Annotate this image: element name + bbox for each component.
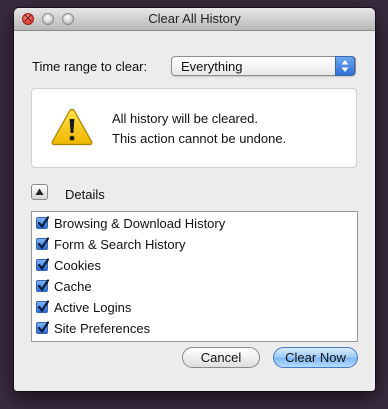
time-range-label: Time range to clear: bbox=[32, 59, 148, 74]
details-label[interactable]: Details bbox=[65, 187, 105, 202]
cache-checkbox[interactable] bbox=[36, 279, 49, 292]
site-preferences-checkbox[interactable] bbox=[36, 321, 49, 334]
list-item-label: Active Logins bbox=[54, 300, 132, 315]
checkmark-icon bbox=[37, 300, 49, 313]
checkmark-icon bbox=[37, 321, 49, 334]
list-item[interactable]: Cookies bbox=[32, 256, 357, 277]
window-title: Clear All History bbox=[148, 11, 241, 26]
list-item[interactable]: Cache bbox=[32, 277, 357, 298]
list-item-label: Site Preferences bbox=[54, 321, 151, 336]
list-item[interactable]: Browsing & Download History bbox=[32, 214, 357, 235]
title-bar[interactable]: Clear All History bbox=[14, 8, 375, 31]
time-range-value: Everything bbox=[181, 59, 243, 74]
cancel-button[interactable]: Cancel bbox=[182, 347, 260, 368]
warning-triangle-icon bbox=[51, 108, 93, 151]
list-item-label: Browsing & Download History bbox=[54, 216, 226, 231]
list-item[interactable]: Form & Search History bbox=[32, 235, 357, 256]
active-logins-checkbox[interactable] bbox=[36, 300, 49, 313]
clear-history-dialog: Clear All History Time range to clear: E… bbox=[14, 8, 375, 391]
checkmark-icon bbox=[37, 258, 49, 271]
warning-panel: All history will be cleared. This action… bbox=[31, 88, 357, 168]
clear-now-button[interactable]: Clear Now bbox=[273, 347, 358, 368]
list-item-label: Cookies bbox=[54, 258, 101, 273]
details-toggle-button[interactable] bbox=[31, 184, 48, 200]
checkmark-icon bbox=[37, 216, 49, 229]
triangle-up-icon bbox=[35, 188, 44, 195]
cookies-checkbox[interactable] bbox=[36, 258, 49, 271]
list-item[interactable]: Site Preferences bbox=[32, 319, 357, 340]
list-item-label: Form & Search History bbox=[54, 237, 186, 252]
form-history-checkbox[interactable] bbox=[36, 237, 49, 250]
warning-message-line-1: All history will be cleared. bbox=[112, 111, 258, 126]
list-item-label: Cache bbox=[54, 279, 92, 294]
up-down-arrows-icon bbox=[335, 56, 355, 76]
list-item[interactable]: Active Logins bbox=[32, 298, 357, 319]
checkmark-icon bbox=[37, 237, 49, 250]
warning-message-line-2: This action cannot be undone. bbox=[112, 131, 287, 146]
history-items-list: Browsing & Download History Form & Searc… bbox=[31, 211, 358, 342]
browsing-history-checkbox[interactable] bbox=[36, 216, 49, 229]
time-range-select[interactable]: Everything bbox=[171, 56, 356, 76]
checkmark-icon bbox=[37, 279, 49, 292]
